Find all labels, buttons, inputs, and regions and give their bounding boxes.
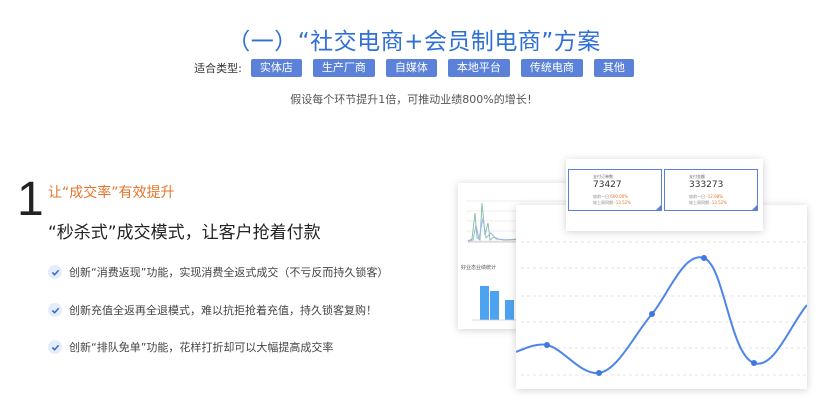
stat-value: 333273 bbox=[689, 180, 724, 190]
stats-card: 支付订单数 73427 较前一日 600.00% 较上周同期 -13.52% 支… bbox=[566, 159, 763, 231]
type-tags-row: 适合类型: 实体店 生产厂商 自媒体 本地平台 传统电商 其他 bbox=[0, 59, 828, 77]
feature-text: 创新“消费返现”功能，实现消费全返式成交（不亏反而持久锁客） bbox=[69, 266, 389, 279]
types-label: 适合类型: bbox=[194, 62, 242, 75]
tag-traditional-ecommerce[interactable]: 传统电商 bbox=[520, 59, 583, 77]
subtitle: 假设每个环节提升1倍，可推动业绩800%的增长！ bbox=[290, 93, 538, 106]
bar-panel-title: 好业态业绩统计 bbox=[461, 265, 497, 271]
page-title: （一）“社交电商+会员制电商”方案 bbox=[227, 29, 601, 55]
section-subheading: “秒杀式”成交模式，让客户抢着付款 bbox=[48, 223, 321, 243]
feature-item: 创新“消费返现”功能，实现消费全返式成交（不亏反而持久锁客） bbox=[48, 264, 388, 280]
tag-physical-store[interactable]: 实体店 bbox=[250, 59, 302, 77]
section-heading: 让“成交率”有效提升 bbox=[48, 185, 175, 201]
section-number: 1 bbox=[17, 173, 44, 226]
feature-text: 创新“排队免单”功能，花样打折却可以大幅提高成交率 bbox=[69, 341, 334, 354]
feature-item: 创新充值全返再全退模式，难以抗拒抢着充值，持久锁客复购！ bbox=[48, 302, 377, 318]
check-icon bbox=[48, 265, 62, 279]
tag-local-platform[interactable]: 本地平台 bbox=[447, 59, 510, 77]
check-icon bbox=[48, 340, 62, 354]
line-chart-card bbox=[515, 205, 808, 389]
feature-text: 创新充值全返再全退模式，难以抗拒抢着充值，持久锁客复购！ bbox=[69, 304, 377, 317]
tag-self-media[interactable]: 自媒体 bbox=[385, 59, 437, 77]
tag-other[interactable]: 其他 bbox=[593, 59, 634, 77]
tag-manufacturer[interactable]: 生产厂商 bbox=[312, 59, 375, 77]
stat-value: 73427 bbox=[593, 180, 622, 190]
feature-item: 创新“排队免单”功能，花样打折却可以大幅提高成交率 bbox=[48, 339, 333, 355]
stat-box: 支付金额 333273 较前一日 -12.98% 较上周同期 -13.52% bbox=[664, 169, 758, 211]
check-icon bbox=[48, 303, 62, 317]
line-chart bbox=[515, 241, 808, 376]
stat-box: 支付订单数 73427 较前一日 600.00% 较上周同期 -13.52% bbox=[568, 169, 662, 211]
